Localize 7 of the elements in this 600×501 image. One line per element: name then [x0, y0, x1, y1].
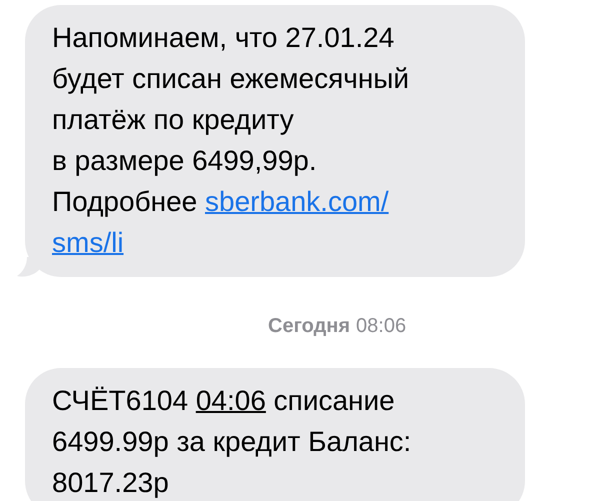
time-link[interactable]: 04:06: [196, 385, 266, 416]
timestamp-day: Сегодня: [268, 315, 350, 338]
message-text: Напоминаем, что 27.01.24 будет списан ежемесячный платёж по кредиту в размере 6499,99р. Подробнее sberbank.com/ sms/li: [52, 21, 410, 260]
timestamp-time: 08:06: [356, 315, 406, 338]
sms-link[interactable]: sms/li: [52, 227, 124, 258]
message-text: СЧЁТ6104 04:06 списание 6499.99р за кредит Баланс: 8017.23р: [52, 384, 412, 500]
sms-link[interactable]: sberbank.com/: [205, 186, 389, 217]
